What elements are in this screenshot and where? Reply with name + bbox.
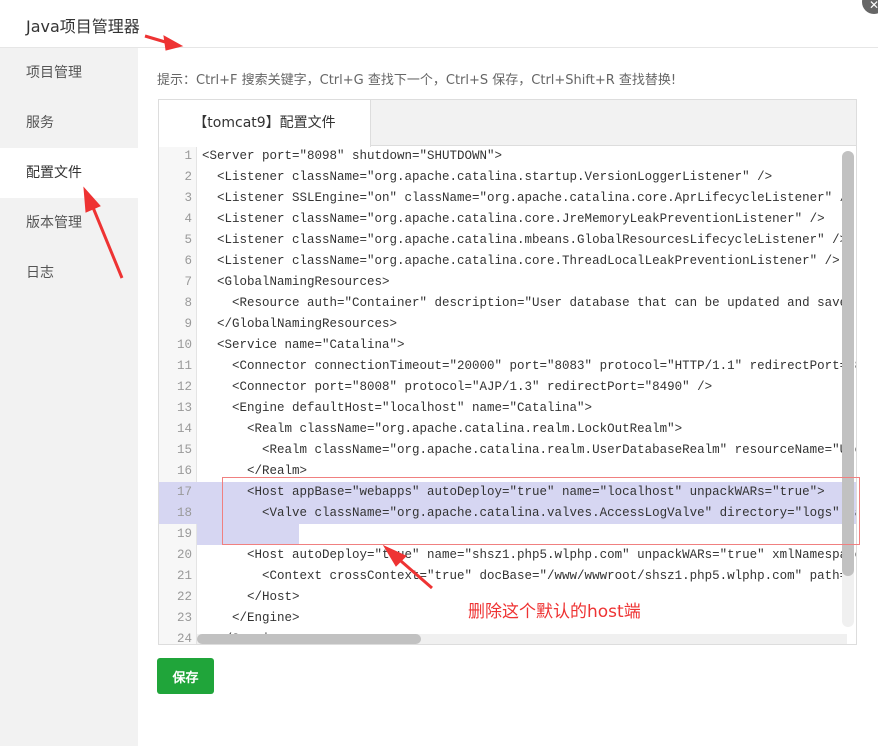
line-number: 20 [176, 548, 192, 562]
code-line: 3 <Listener SSLEngine="on" className="or… [159, 188, 856, 209]
code-line: 15 <Realm className="org.apache.catalina… [159, 440, 856, 461]
window-title: Java项目管理器 [26, 17, 140, 36]
line-number: 15 [176, 443, 192, 457]
shortcut-hint: 提示：Ctrl+F 搜索关键字，Ctrl+G 查找下一个，Ctrl+S 保存，C… [157, 73, 677, 88]
line-number: 9 [184, 317, 192, 331]
annotation-highlight-box [222, 477, 860, 545]
code-line: 13 <Engine defaultHost="localhost" name=… [159, 398, 856, 419]
code-text: <GlobalNamingResources> [202, 275, 390, 289]
line-number: 10 [176, 338, 192, 352]
sidebar-item-project-management[interactable]: 项目管理 [0, 48, 138, 98]
line-number: 4 [184, 212, 192, 226]
sidebar-item-service[interactable]: 服务 [0, 98, 138, 148]
sidebar-item-log[interactable]: 日志 [0, 248, 138, 298]
code-text: </Host> [202, 590, 300, 604]
line-number: 21 [176, 569, 192, 583]
tab-tomcat9-config[interactable]: 【tomcat9】配置文件 [159, 100, 371, 147]
line-number: 6 [184, 254, 192, 268]
line-number: 19 [176, 527, 192, 541]
code-line: 7 <GlobalNamingResources> [159, 272, 856, 293]
horizontal-scroll-thumb[interactable] [197, 634, 421, 644]
code-text: </Engine> [202, 611, 300, 625]
code-line: 4 <Listener className="org.apache.catali… [159, 209, 856, 230]
code-text: <Host autoDeploy="true" name="shsz1.php5… [202, 548, 857, 562]
code-line: 14 <Realm className="org.apache.catalina… [159, 419, 856, 440]
code-line: 12 <Connector port="8008" protocol="AJP/… [159, 377, 856, 398]
code-line: 10 <Service name="Catalina"> [159, 335, 856, 356]
code-line: 9 </GlobalNamingResources> [159, 314, 856, 335]
code-area[interactable]: 1 <Server port="8098" shutdown="SHUTDOWN"… [159, 147, 856, 644]
sidebar: 项目管理 服务 配置文件 版本管理 日志 [0, 48, 138, 746]
line-number: 7 [184, 275, 192, 289]
main-panel: 提示：Ctrl+F 搜索关键字，Ctrl+G 查找下一个，Ctrl+S 保存，C… [138, 48, 878, 746]
code-line: 21 <Context crossContext="true" docBase=… [159, 566, 857, 587]
window-title-bar: Java项目管理器 [0, 0, 878, 48]
vertical-scrollbar[interactable] [842, 151, 854, 627]
line-number: 24 [176, 632, 192, 645]
code-line: 11 <Connector connectionTimeout="20000" … [159, 356, 857, 377]
code-line: 5 <Listener className="org.apache.catali… [159, 230, 856, 251]
line-number: 2 [184, 170, 192, 184]
code-line: 20 <Host autoDeploy="true" name="shsz1.p… [159, 545, 857, 566]
code-text: <Listener className="org.apache.catalina… [202, 212, 825, 226]
code-text: <Realm className="org.apache.catalina.re… [202, 422, 683, 436]
line-number: 5 [184, 233, 192, 247]
sidebar-item-config-file[interactable]: 配置文件 [0, 148, 138, 198]
code-text: <Listener SSLEngine="on" className="org.… [202, 191, 855, 205]
code-line: 8 <Resource auth="Container" description… [159, 293, 857, 314]
code-text: <Listener className="org.apache.catalina… [202, 254, 840, 268]
line-number: 8 [184, 296, 192, 310]
code-text: <Listener className="org.apache.catalina… [202, 170, 773, 184]
line-number: 12 [176, 380, 192, 394]
code-line: 1 <Server port="8098" shutdown="SHUTDOWN"… [159, 146, 856, 167]
line-number: 17 [176, 485, 192, 499]
code-text: <Listener className="org.apache.catalina… [202, 233, 848, 247]
editor-tabs: 【tomcat9】配置文件 [159, 100, 856, 147]
sidebar-item-version-management[interactable]: 版本管理 [0, 198, 138, 248]
line-number: 1 [184, 149, 192, 163]
code-text: </GlobalNamingResources> [202, 317, 398, 331]
code-text: <Context crossContext="true" docBase="/w… [202, 569, 857, 583]
line-number: 14 [176, 422, 192, 436]
line-number: 3 [184, 191, 192, 205]
line-number: 16 [176, 464, 192, 478]
horizontal-scrollbar[interactable] [197, 634, 847, 644]
line-number: 22 [176, 590, 192, 604]
code-text: <Resource auth="Container" description="… [202, 296, 857, 310]
line-number: 23 [176, 611, 192, 625]
code-text: <Service name="Catalina"> [202, 338, 405, 352]
code-text: <Connector connectionTimeout="20000" por… [202, 359, 857, 373]
line-number: 18 [176, 506, 192, 520]
line-number: 13 [176, 401, 192, 415]
code-text: <Engine defaultHost="localhost" name="Ca… [202, 401, 593, 415]
code-editor[interactable]: 【tomcat9】配置文件 1 <Server port="8098" shutd… [158, 99, 857, 645]
code-text: <Realm className="org.apache.catalina.re… [262, 443, 856, 457]
line-number: 11 [176, 359, 192, 373]
code-line: 6 <Listener className="org.apache.catali… [159, 251, 856, 272]
annotation-note: 删除这个默认的host端 [468, 602, 641, 622]
code-text: <Server port="8098" shutdown="SHUTDOWN"> [202, 149, 503, 163]
code-text: <Connector port="8008" protocol="AJP/1.3… [202, 380, 713, 394]
code-line: 2 <Listener className="org.apache.catali… [159, 167, 856, 188]
save-button[interactable]: 保存 [157, 658, 214, 694]
